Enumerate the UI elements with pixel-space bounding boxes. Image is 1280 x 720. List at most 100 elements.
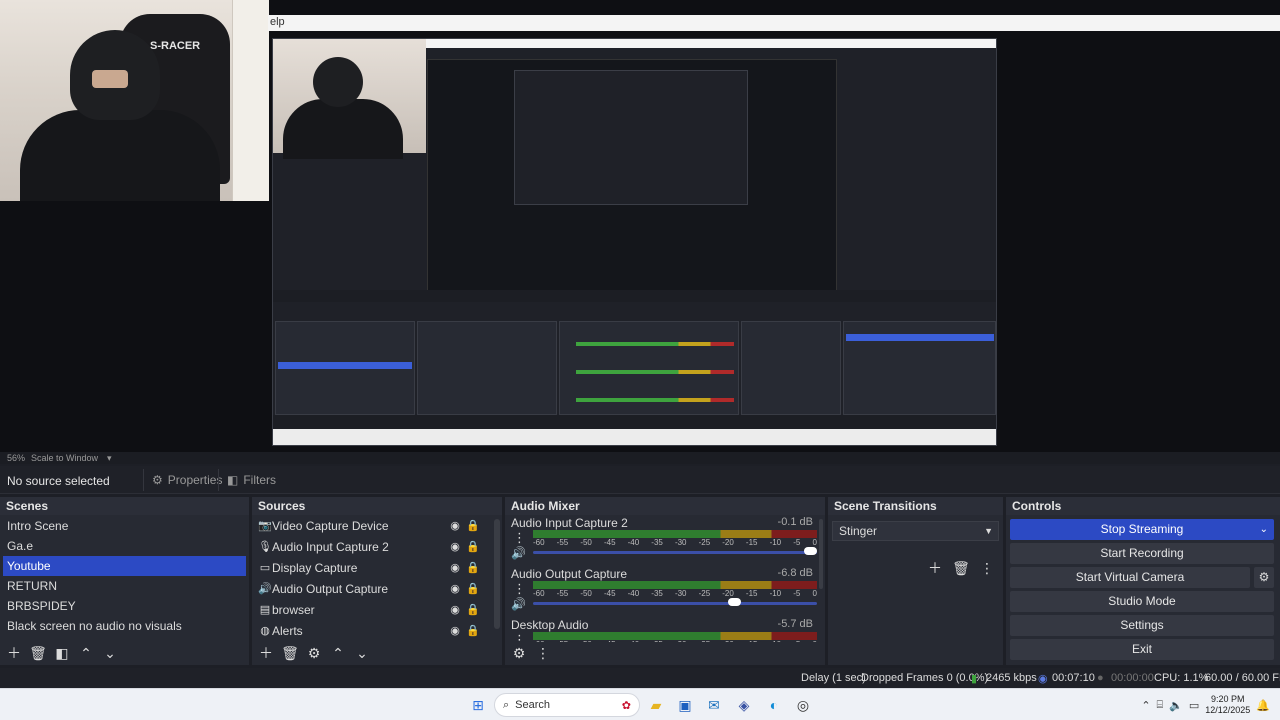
lock-icon[interactable]: 🔒 (464, 558, 482, 578)
trash-icon[interactable]: 🗑 (951, 558, 971, 578)
gear-icon[interactable]: ⚙ (304, 643, 324, 663)
record-icon: ● (1097, 672, 1104, 684)
scene-item[interactable]: Intro Scene (3, 516, 246, 536)
meter-tick: -20 (722, 538, 734, 547)
status-delay: Delay (1 sec) (801, 672, 866, 684)
scenes-title: Scenes (0, 497, 249, 515)
visibility-eye-icon[interactable]: ◉ (446, 537, 464, 557)
volume-slider[interactable] (533, 551, 817, 554)
source-item[interactable]: ▤ browser ◉ 🔒 (258, 600, 482, 620)
meter-tick: -45 (603, 589, 616, 598)
volume-slider-knob[interactable] (804, 547, 817, 555)
add-icon[interactable]: ＋ (256, 643, 276, 663)
scene-item-active[interactable]: Youtube (3, 556, 246, 576)
store-icon[interactable]: ▣ (673, 693, 697, 717)
volume-slider[interactable] (533, 602, 817, 605)
kebab-menu-icon[interactable]: ⋮ (977, 558, 997, 578)
nested-scenes-dock (275, 321, 415, 415)
chevron-up-icon[interactable]: ⌃ (76, 643, 96, 663)
obs-studio-icon[interactable]: ◎ (791, 693, 815, 717)
filters-button[interactable]: ◧ Filters (218, 469, 284, 491)
stop-streaming-button[interactable]: Stop Streaming ⌄ (1010, 519, 1274, 540)
lock-icon[interactable]: 🔒 (464, 516, 482, 536)
zoom-mode[interactable]: Scale to Window (31, 453, 98, 463)
source-item[interactable]: ◍ Alerts ◉ 🔒 (258, 621, 482, 641)
visibility-eye-icon[interactable]: ◉ (446, 558, 464, 578)
advanced-audio-icon[interactable]: ⚙ (509, 643, 529, 663)
network-icon[interactable]: ⌸ (1157, 699, 1164, 712)
start-virtual-camera-button[interactable]: Start Virtual Camera (1010, 567, 1250, 588)
volume-slider-knob[interactable] (728, 598, 742, 606)
kebab-menu-icon[interactable]: ⋮ (533, 643, 553, 663)
speaker-icon[interactable]: 🔊 (511, 546, 526, 560)
taskbar-search[interactable]: ⌕ Search ✿ (494, 693, 640, 717)
lock-icon[interactable]: 🔒 (464, 579, 482, 599)
volume-meter (533, 581, 817, 589)
visibility-eye-icon[interactable]: ◉ (446, 579, 464, 599)
filter-icon[interactable]: ◧ (52, 643, 72, 663)
chevron-down-icon[interactable]: ▾ (107, 453, 112, 464)
chevron-down-icon[interactable]: ⌄ (1260, 519, 1268, 540)
scene-item[interactable]: RETURN (3, 576, 246, 596)
start-recording-button[interactable]: Start Recording (1010, 543, 1274, 564)
add-icon[interactable]: ＋ (925, 558, 945, 578)
scene-transitions-dock: Scene Transitions Stinger ▼ ＋ 🗑 ⋮ (828, 497, 1003, 665)
source-item[interactable]: 📷 Video Capture Device ◉ 🔒 (258, 516, 482, 536)
system-tray: ⌃ ⌸ 🔈 ▭ 9:20 PM 12/12/2025 🔔 (1141, 689, 1280, 720)
lock-icon[interactable]: 🔒 (464, 621, 482, 641)
source-item[interactable]: 🎙 Audio Input Capture 2 ◉ 🔒 (258, 537, 482, 557)
battery-icon[interactable]: ▭ (1189, 699, 1199, 712)
audio-mixer-dock: Audio Mixer Audio Input Capture 2 -0.1 dB… (505, 497, 825, 665)
visibility-eye-icon[interactable]: ◉ (446, 516, 464, 536)
meter-tick: -30 (674, 538, 687, 547)
nested-taskbar (273, 429, 996, 445)
source-label: Audio Input Capture 2 (272, 540, 389, 554)
scene-item[interactable]: BRBSPIDEY (3, 596, 246, 616)
meter-tick: -60 (533, 538, 545, 547)
speaker-icon[interactable]: 🔊 (511, 597, 526, 611)
lock-icon[interactable]: 🔒 (464, 537, 482, 557)
scene-item[interactable]: Black screen no audio no visuals (3, 616, 246, 636)
file-explorer-icon[interactable]: ▰ (644, 693, 668, 717)
mixer-scrollbar[interactable] (819, 519, 823, 589)
system-clock[interactable]: 9:20 PM 12/12/2025 (1205, 694, 1250, 716)
virtual-camera-gear-icon[interactable]: ⚙ (1254, 567, 1274, 588)
settings-button[interactable]: Settings (1010, 615, 1274, 636)
chevron-down-icon[interactable]: ⌄ (352, 643, 372, 663)
volume-meter (533, 530, 817, 538)
app-icon[interactable]: ◈ (732, 693, 756, 717)
source-item[interactable]: ▭ Display Capture ◉ 🔒 (258, 558, 482, 578)
trash-icon[interactable]: 🗑 (28, 643, 48, 663)
mixer-channel: Audio Output Capture -6.8 dB ⋮ -60 -55 -50 -45… (505, 567, 817, 619)
studio-mode-button[interactable]: Studio Mode (1010, 591, 1274, 612)
preview-canvas[interactable]: S-RACER elp — ❐ ✕ (0, 0, 1280, 452)
edge-browser-icon[interactable]: ◐ (762, 693, 786, 717)
person-face (92, 70, 128, 88)
add-icon[interactable]: ＋ (4, 643, 24, 663)
kebab-menu-icon[interactable]: ⋮ (513, 581, 526, 597)
chevron-up-icon[interactable]: ⌃ (1141, 699, 1150, 712)
chair-logo: S-RACER (150, 40, 201, 52)
channel-name: Audio Output Capture (511, 567, 628, 581)
sources-scrollbar[interactable] (494, 519, 500, 629)
transition-select[interactable]: Stinger ▼ (832, 521, 999, 541)
visibility-eye-icon[interactable]: ◉ (446, 621, 464, 641)
trash-icon[interactable]: 🗑 (280, 643, 300, 663)
volume-icon[interactable]: 🔈 (1169, 699, 1183, 712)
scenes-dock: Scenes Intro Scene Ga.e Youtube RETURN B… (0, 497, 249, 665)
source-item[interactable]: 🔊 Audio Output Capture ◉ 🔒 (258, 579, 482, 599)
scene-item[interactable]: Ga.e (3, 536, 246, 556)
channel-db: -0.1 dB (777, 516, 813, 528)
visibility-eye-icon[interactable]: ◉ (446, 600, 464, 620)
meter-scale: -60-55-50-45-40-35-30-25-20-15-10-50 (533, 538, 817, 548)
windows-start-icon[interactable]: ⊞ (466, 693, 490, 717)
kebab-menu-icon[interactable]: ⋮ (513, 530, 526, 546)
chevron-up-icon[interactable]: ⌃ (328, 643, 348, 663)
chevron-down-icon[interactable]: ⌄ (100, 643, 120, 663)
nested-inner-obs (514, 70, 748, 205)
outlook-icon[interactable]: ✉ (702, 693, 726, 717)
exit-button[interactable]: Exit (1010, 639, 1274, 660)
channel-db: -5.7 dB (777, 618, 813, 630)
lock-icon[interactable]: 🔒 (464, 600, 482, 620)
notification-icon[interactable]: 🔔 (1256, 699, 1270, 712)
